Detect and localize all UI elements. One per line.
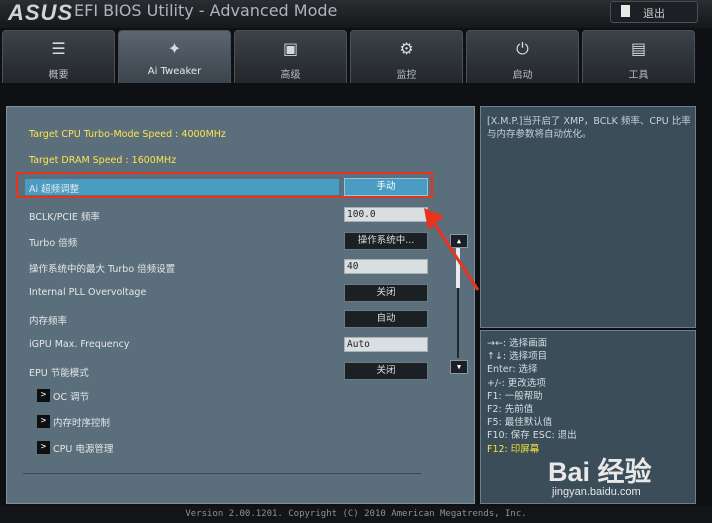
max-turbo-input[interactable]: 40 <box>344 259 428 274</box>
power-icon: ⏻ <box>516 39 529 58</box>
help-text: [X.M.P.]当开启了 XMP，BCLK 频率、CPU 比率与内存参数将自动优… <box>487 116 691 140</box>
footer-bar: Version 2.00.1201. Copyright (C) 2010 Am… <box>0 506 712 523</box>
tab-label: 工具 <box>628 70 649 81</box>
watermark-logo: Bai 经验 <box>548 457 652 487</box>
exit-button[interactable]: 退出 <box>610 1 698 23</box>
tweaker-icon: ✦ <box>167 39 182 58</box>
tab-overview[interactable]: ☰ 概要 <box>2 30 115 83</box>
epu-mode-select[interactable]: 关闭 <box>344 362 428 380</box>
tab-label: 概要 <box>48 70 69 81</box>
panel-divider <box>23 473 421 474</box>
igpu-frequency-input[interactable]: Auto <box>344 337 428 352</box>
epu-mode-label: EPU 节能模式 <box>29 368 89 379</box>
top-bar: ASUS EFI BIOS Utility - Advanced Mode 退出 <box>0 0 712 28</box>
max-turbo-label: 操作系统中的最大 Turbo 倍频设置 <box>29 264 176 275</box>
target-cpu-speed: Target CPU Turbo-Mode Speed : 4000MHz <box>29 129 226 140</box>
tab-label: 启动 <box>512 70 533 81</box>
target-dram-speed: Target DRAM Speed : 1600MHz <box>29 155 177 166</box>
key-legend-item: F10: 保存 ESC: 退出 <box>487 430 577 442</box>
bclk-input[interactable]: 100.0 <box>344 207 428 222</box>
igpu-frequency-label: iGPU Max. Frequency <box>29 339 130 350</box>
memory-frequency-label: 内存频率 <box>29 316 68 327</box>
monitor-icon: ⚙ <box>399 39 414 58</box>
settings-scrollbar[interactable]: ▲ ▼ <box>450 234 468 374</box>
tab-advanced[interactable]: ▣ 高级 <box>234 30 347 83</box>
turbo-ratio-select[interactable]: 操作系统中... <box>344 232 428 250</box>
scroll-down-icon[interactable]: ▼ <box>450 360 468 374</box>
chevron-right-icon: > <box>37 415 50 428</box>
tab-boot[interactable]: ⏻ 启动 <box>466 30 579 83</box>
key-legend-item: F2: 先前值 <box>487 404 534 416</box>
bclk-label: BCLK/PCIE 频率 <box>29 212 100 223</box>
turbo-ratio-label: Turbo 倍频 <box>29 238 78 249</box>
pll-overvoltage-label: Internal PLL Overvoltage <box>29 287 147 298</box>
settings-panel: Target CPU Turbo-Mode Speed : 4000MHz Ta… <box>6 106 475 504</box>
main-tabs: ☰ 概要 ✦ Ai Tweaker ▣ 高级 ⚙ 监控 ⏻ 启动 ▤ 工具 <box>0 30 712 86</box>
tab-label: 监控 <box>396 70 417 81</box>
submenu-label: CPU 电源管理 <box>53 444 114 455</box>
app-title: EFI BIOS Utility - Advanced Mode <box>74 1 338 20</box>
help-panel: [X.M.P.]当开启了 XMP，BCLK 频率、CPU 比率与内存参数将自动优… <box>480 106 696 328</box>
tab-ai-tweaker[interactable]: ✦ Ai Tweaker <box>118 30 231 83</box>
key-legend-item: F1: 一般帮助 <box>487 390 543 402</box>
chevron-right-icon: > <box>37 389 50 402</box>
exit-icon <box>621 5 630 17</box>
key-legend-item: →←: 选择画面 <box>487 338 548 349</box>
exit-label: 退出 <box>643 7 665 20</box>
submenu-label: 内存时序控制 <box>53 418 111 429</box>
scroll-up-icon[interactable]: ▲ <box>450 234 468 248</box>
chip-icon: ▣ <box>282 39 299 58</box>
list-icon: ☰ <box>51 39 66 58</box>
key-legend-item: F5: 最佳默认值 <box>487 417 553 429</box>
baidu-watermark: Bai 经验 jingyan.baidu.com <box>548 448 704 508</box>
pll-overvoltage-select[interactable]: 关闭 <box>344 284 428 302</box>
tab-label: 高级 <box>280 70 301 81</box>
key-legend: →←: 选择画面 ↑↓: 选择项目 Enter: 选择 +/-: 更改选项 F1… <box>487 337 577 456</box>
scroll-thumb[interactable] <box>456 248 460 288</box>
tab-label: Ai Tweaker <box>147 66 202 77</box>
key-legend-item: ↑↓: 选择项目 <box>487 351 548 363</box>
memory-frequency-select[interactable]: 自动 <box>344 310 428 328</box>
submenu-label: OC 调节 <box>53 392 90 403</box>
version-text: Version 2.00.1201. Copyright (C) 2010 Am… <box>185 509 527 519</box>
key-legend-item: +/-: 更改选项 <box>487 377 546 389</box>
annotation-highlight-box <box>16 172 433 198</box>
tab-tool[interactable]: ▤ 工具 <box>582 30 695 83</box>
tab-monitor[interactable]: ⚙ 监控 <box>350 30 463 83</box>
key-legend-item: Enter: 选择 <box>487 364 538 376</box>
chevron-right-icon: > <box>37 441 50 454</box>
asus-logo: ASUS <box>8 0 74 25</box>
watermark-url: jingyan.baidu.com <box>552 486 641 498</box>
tool-icon: ▤ <box>630 39 647 58</box>
